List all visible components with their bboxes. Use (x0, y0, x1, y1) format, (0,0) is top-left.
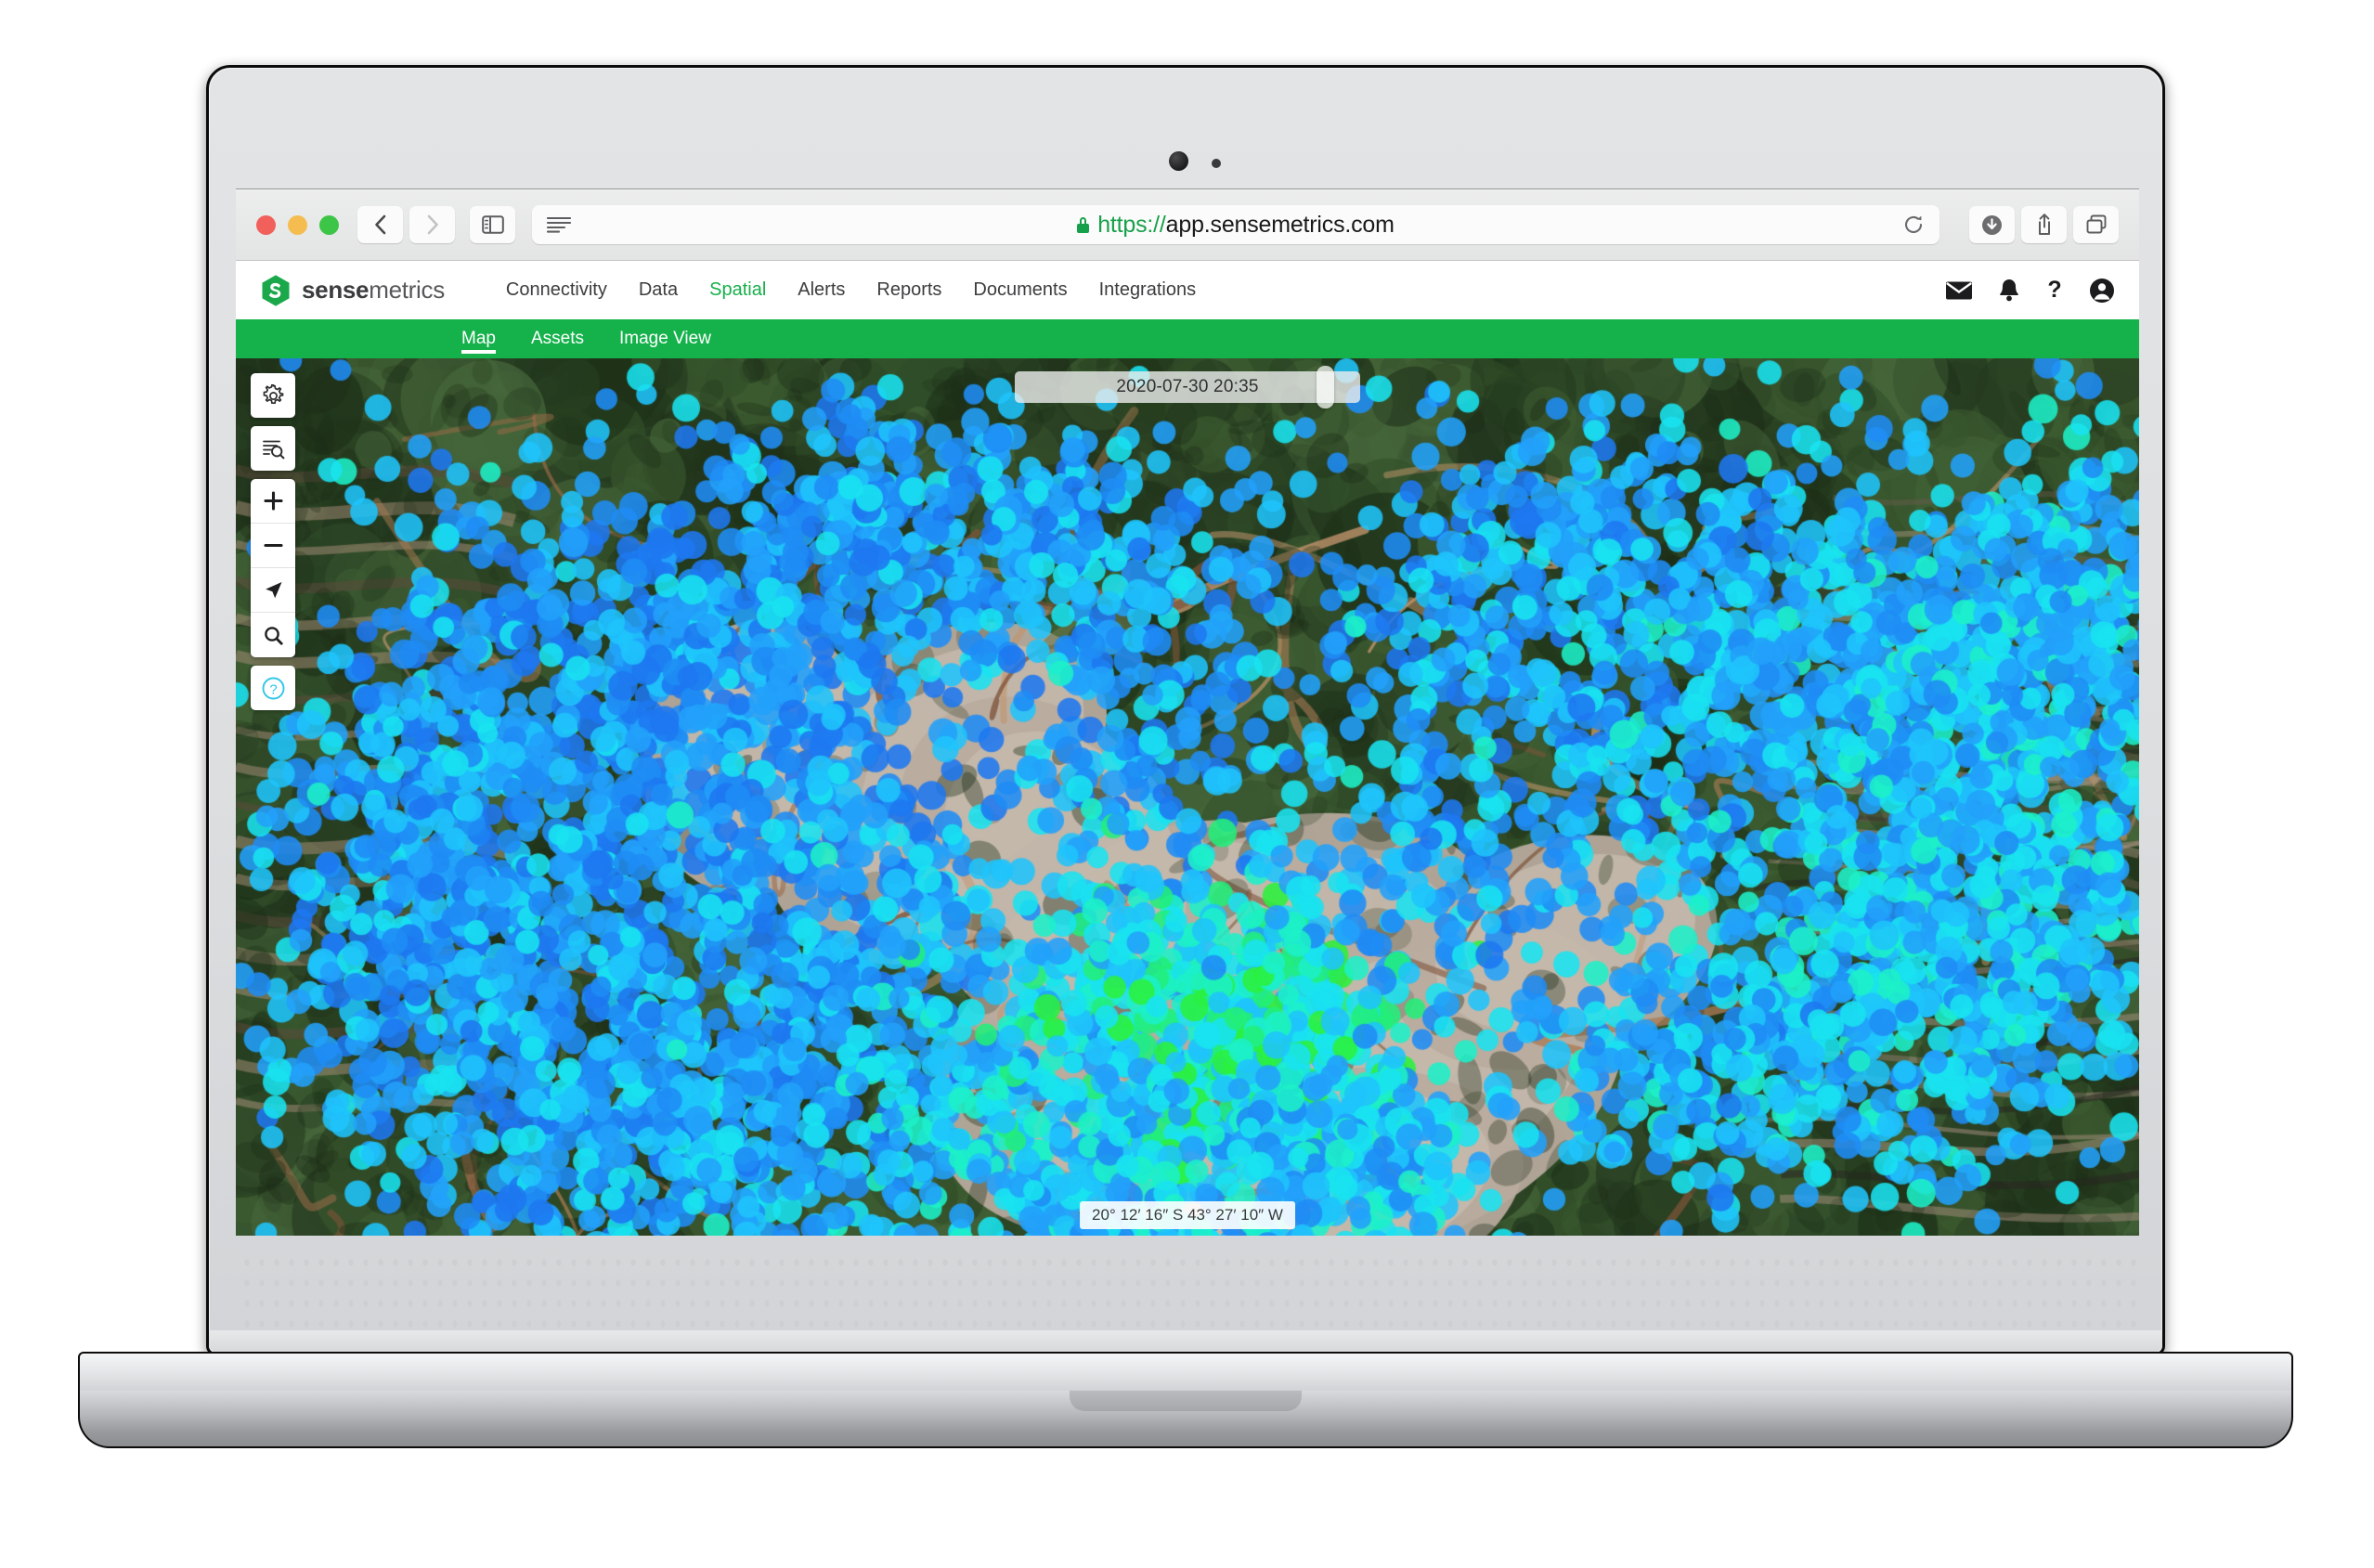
nav-item-documents[interactable]: Documents (973, 279, 1067, 301)
subnav-tab-assets[interactable]: Assets (531, 319, 584, 358)
account-icon[interactable] (2089, 278, 2115, 304)
help-icon[interactable]: ? (2045, 278, 2064, 304)
url-host: app.sensemetrics.com (1165, 211, 1395, 238)
back-button[interactable] (357, 206, 403, 243)
search-icon[interactable] (251, 613, 295, 657)
layer-search-card (251, 426, 295, 471)
laptop-base (78, 1352, 2293, 1394)
app-header: sensemetrics Connectivity Data Spatial A… (236, 261, 2139, 319)
nav-item-reports[interactable]: Reports (876, 279, 941, 301)
coordinate-readout: 20° 12′ 16″ S 43° 27′ 10″ W (1080, 1201, 1295, 1229)
settings-gear-icon[interactable] (251, 373, 295, 418)
reader-view-icon[interactable] (547, 216, 571, 233)
screen: https://app.sensemetrics.com sensemetric… (236, 188, 2139, 1236)
brand-text: sensemetrics (302, 276, 445, 305)
subnav-tab-image-view[interactable]: Image View (619, 319, 711, 358)
url-text: https://app.sensemetrics.com (1097, 212, 1395, 239)
downloads-button[interactable] (1969, 206, 2015, 243)
nav-item-integrations[interactable]: Integrations (1099, 279, 1197, 301)
speaker-grille (236, 1245, 2139, 1333)
share-button[interactable] (2021, 206, 2067, 243)
toolbar-right-buttons (1969, 206, 2119, 243)
brand-bold: sense (302, 276, 370, 304)
timeline-slider-handle[interactable] (1317, 366, 1334, 408)
webcam-icon (1169, 151, 1188, 171)
nav-item-spatial[interactable]: Spatial (709, 279, 766, 301)
brand-logo[interactable]: sensemetrics (260, 274, 445, 307)
forward-button[interactable] (409, 206, 455, 243)
laptop-base-notch (1070, 1391, 1302, 1411)
map-toolbar: ? (251, 373, 295, 710)
url-scheme: https:// (1097, 211, 1166, 238)
nav-item-connectivity[interactable]: Connectivity (506, 279, 607, 301)
spatial-subnav: Map Assets Image View (236, 319, 2139, 358)
window-traffic-lights (256, 214, 339, 235)
minimize-window-button[interactable] (288, 214, 307, 235)
map-help-card: ? (251, 666, 295, 710)
url-display: https://app.sensemetrics.com (532, 212, 1939, 239)
nav-item-data[interactable]: Data (639, 279, 678, 301)
svg-text:?: ? (269, 681, 277, 697)
timeline-value: 2020-07-30 20:35 (1116, 377, 1259, 396)
lock-icon (1077, 216, 1090, 233)
help-circle-icon[interactable]: ? (251, 666, 295, 710)
zoom-locate-card (251, 479, 295, 657)
close-window-button[interactable] (256, 214, 276, 235)
nav-item-alerts[interactable]: Alerts (798, 279, 845, 301)
main-navigation: Connectivity Data Spatial Alerts Reports… (506, 279, 1196, 301)
map-settings-card (251, 373, 295, 418)
timeline-slider[interactable]: 2020-07-30 20:35 (1015, 366, 1360, 408)
reload-icon[interactable] (1902, 214, 1925, 236)
header-icon-group: ? (1945, 278, 2115, 304)
tab-overview-button[interactable] (2073, 206, 2119, 243)
navigation-buttons (357, 206, 455, 243)
zoom-in-icon[interactable] (251, 479, 295, 524)
brand-light: metrics (369, 276, 445, 304)
bell-icon[interactable] (1998, 278, 2020, 303)
laptop-lid: https://app.sensemetrics.com sensemetric… (206, 65, 2165, 1355)
browser-toolbar: https://app.sensemetrics.com (236, 189, 2139, 261)
zoom-out-icon[interactable] (251, 524, 295, 568)
locate-icon[interactable] (251, 568, 295, 613)
map-view[interactable]: ? 2020-07-30 20:35 20° 12′ 16″ S 43° 27′… (236, 358, 2139, 1236)
layer-search-icon[interactable] (251, 426, 295, 471)
satellite-map-canvas[interactable] (236, 358, 2139, 1236)
maximize-window-button[interactable] (319, 214, 339, 235)
sidebar-toggle-button[interactable] (470, 206, 515, 243)
address-bar[interactable]: https://app.sensemetrics.com (532, 205, 1939, 244)
svg-text:?: ? (2047, 278, 2061, 303)
mail-icon[interactable] (1945, 279, 1973, 302)
camera-indicator-light (1212, 159, 1221, 168)
sensemetrics-hexagon-icon (262, 274, 290, 306)
laptop-mockup: https://app.sensemetrics.com sensemetric… (78, 65, 2293, 1448)
lid-bottom-edge (209, 1330, 2162, 1353)
subnav-tab-map[interactable]: Map (461, 319, 496, 358)
